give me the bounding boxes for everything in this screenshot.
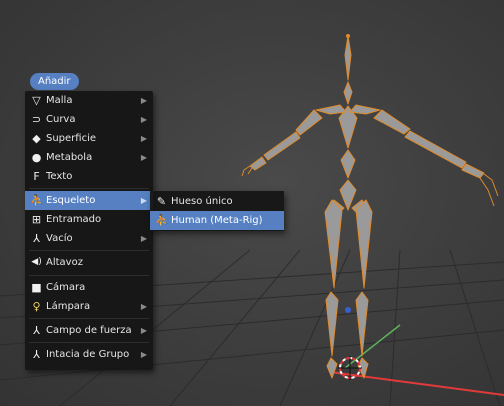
menu-item-curve[interactable]: ⊃ Curva ▶ [25, 110, 153, 129]
mesh-icon: ▽ [32, 94, 41, 107]
submenu-arrow-icon: ▶ [140, 350, 147, 359]
surface-icon: ◆ [32, 132, 41, 145]
menu-item-label: Hueso único [171, 196, 233, 207]
lattice-icon: ⊞ [31, 213, 42, 226]
menu-separator [29, 318, 149, 319]
menu-item-lamp[interactable]: ♀ Lámpara ▶ [25, 297, 153, 316]
menu-item-label: Texto [46, 171, 73, 182]
menu-item-label: Malla [46, 95, 73, 106]
submenu-item-human-metarig[interactable]: ⛹ Human (Meta-Rig) [150, 211, 284, 230]
menu-item-label: Metabola [46, 152, 93, 163]
menu-item-label: Vacío [46, 233, 73, 244]
submenu-arrow-icon: ▶ [140, 115, 147, 124]
menu-item-speaker[interactable]: ◀) Altavoz [25, 253, 153, 272]
force-field-icon: ⅄ [33, 324, 40, 337]
submenu-arrow-icon: ▶ [140, 234, 147, 243]
lamp-icon: ♀ [32, 300, 41, 313]
armature-submenu: ✎ Hueso único ⛹ Human (Meta-Rig) [150, 191, 284, 231]
menu-separator [29, 342, 149, 343]
add-menu: ▽ Malla ▶ ⊃ Curva ▶ ◆ Superficie ▶ ● Met… [25, 91, 153, 370]
menu-item-label: Lámpara [46, 301, 91, 312]
submenu-item-single-bone[interactable]: ✎ Hueso único [150, 192, 284, 211]
menu-item-label: Superficie [46, 133, 97, 144]
menu-item-empty[interactable]: ⅄ Vacío ▶ [25, 229, 153, 248]
3d-viewport[interactable]: Añadir ▽ Malla ▶ ⊃ Curva ▶ ◆ Superficie … [0, 0, 504, 406]
armature-icon: ⛹ [30, 194, 44, 207]
speaker-icon: ◀) [31, 257, 42, 267]
menu-item-metaball[interactable]: ● Metabola ▶ [25, 148, 153, 167]
submenu-arrow-icon: ▶ [140, 153, 147, 162]
armature-icon: ⛹ [155, 214, 169, 227]
empty-icon: ⅄ [33, 232, 40, 245]
menu-item-label: Curva [46, 114, 76, 125]
menu-item-label: Intacia de Grupo [46, 349, 130, 360]
submenu-arrow-icon: ▶ [140, 196, 147, 205]
menu-item-lattice[interactable]: ⊞ Entramado [25, 210, 153, 229]
z-axis-dot [345, 307, 351, 313]
add-menu-title: Añadir [30, 73, 79, 90]
menu-separator [29, 188, 149, 189]
menu-item-camera[interactable]: ■ Cámara [25, 278, 153, 297]
submenu-arrow-icon: ▶ [140, 96, 147, 105]
menu-item-force-field[interactable]: ⅄ Campo de fuerza ▶ [25, 321, 153, 340]
bone-icon: ✎ [156, 195, 167, 208]
menu-item-text[interactable]: F Texto [25, 167, 153, 186]
curve-icon: ⊃ [31, 113, 42, 126]
menu-item-label: Campo de fuerza [46, 325, 132, 336]
text-icon: F [33, 170, 40, 183]
submenu-arrow-icon: ▶ [140, 326, 147, 335]
menu-item-armature[interactable]: ⛹ Esqueleto ▶ [25, 191, 153, 210]
camera-icon: ■ [31, 281, 42, 294]
menu-item-mesh[interactable]: ▽ Malla ▶ [25, 91, 153, 110]
menu-item-surface[interactable]: ◆ Superficie ▶ [25, 129, 153, 148]
menu-item-label: Esqueleto [46, 195, 96, 206]
menu-item-label: Altavoz [46, 257, 83, 268]
head-tip [346, 34, 350, 38]
submenu-arrow-icon: ▶ [140, 302, 147, 311]
menu-separator [29, 250, 149, 251]
y-axis-line [344, 324, 401, 369]
submenu-arrow-icon: ▶ [140, 134, 147, 143]
metaball-icon: ● [31, 151, 42, 164]
menu-item-label: Cámara [46, 282, 86, 293]
menu-item-label: Human (Meta-Rig) [171, 215, 263, 226]
menu-item-label: Entramado [46, 214, 102, 225]
menu-separator [29, 275, 149, 276]
group-instance-icon: ⅄ [33, 348, 40, 361]
menu-item-group-instance[interactable]: ⅄ Intacia de Grupo ▶ [25, 345, 153, 364]
